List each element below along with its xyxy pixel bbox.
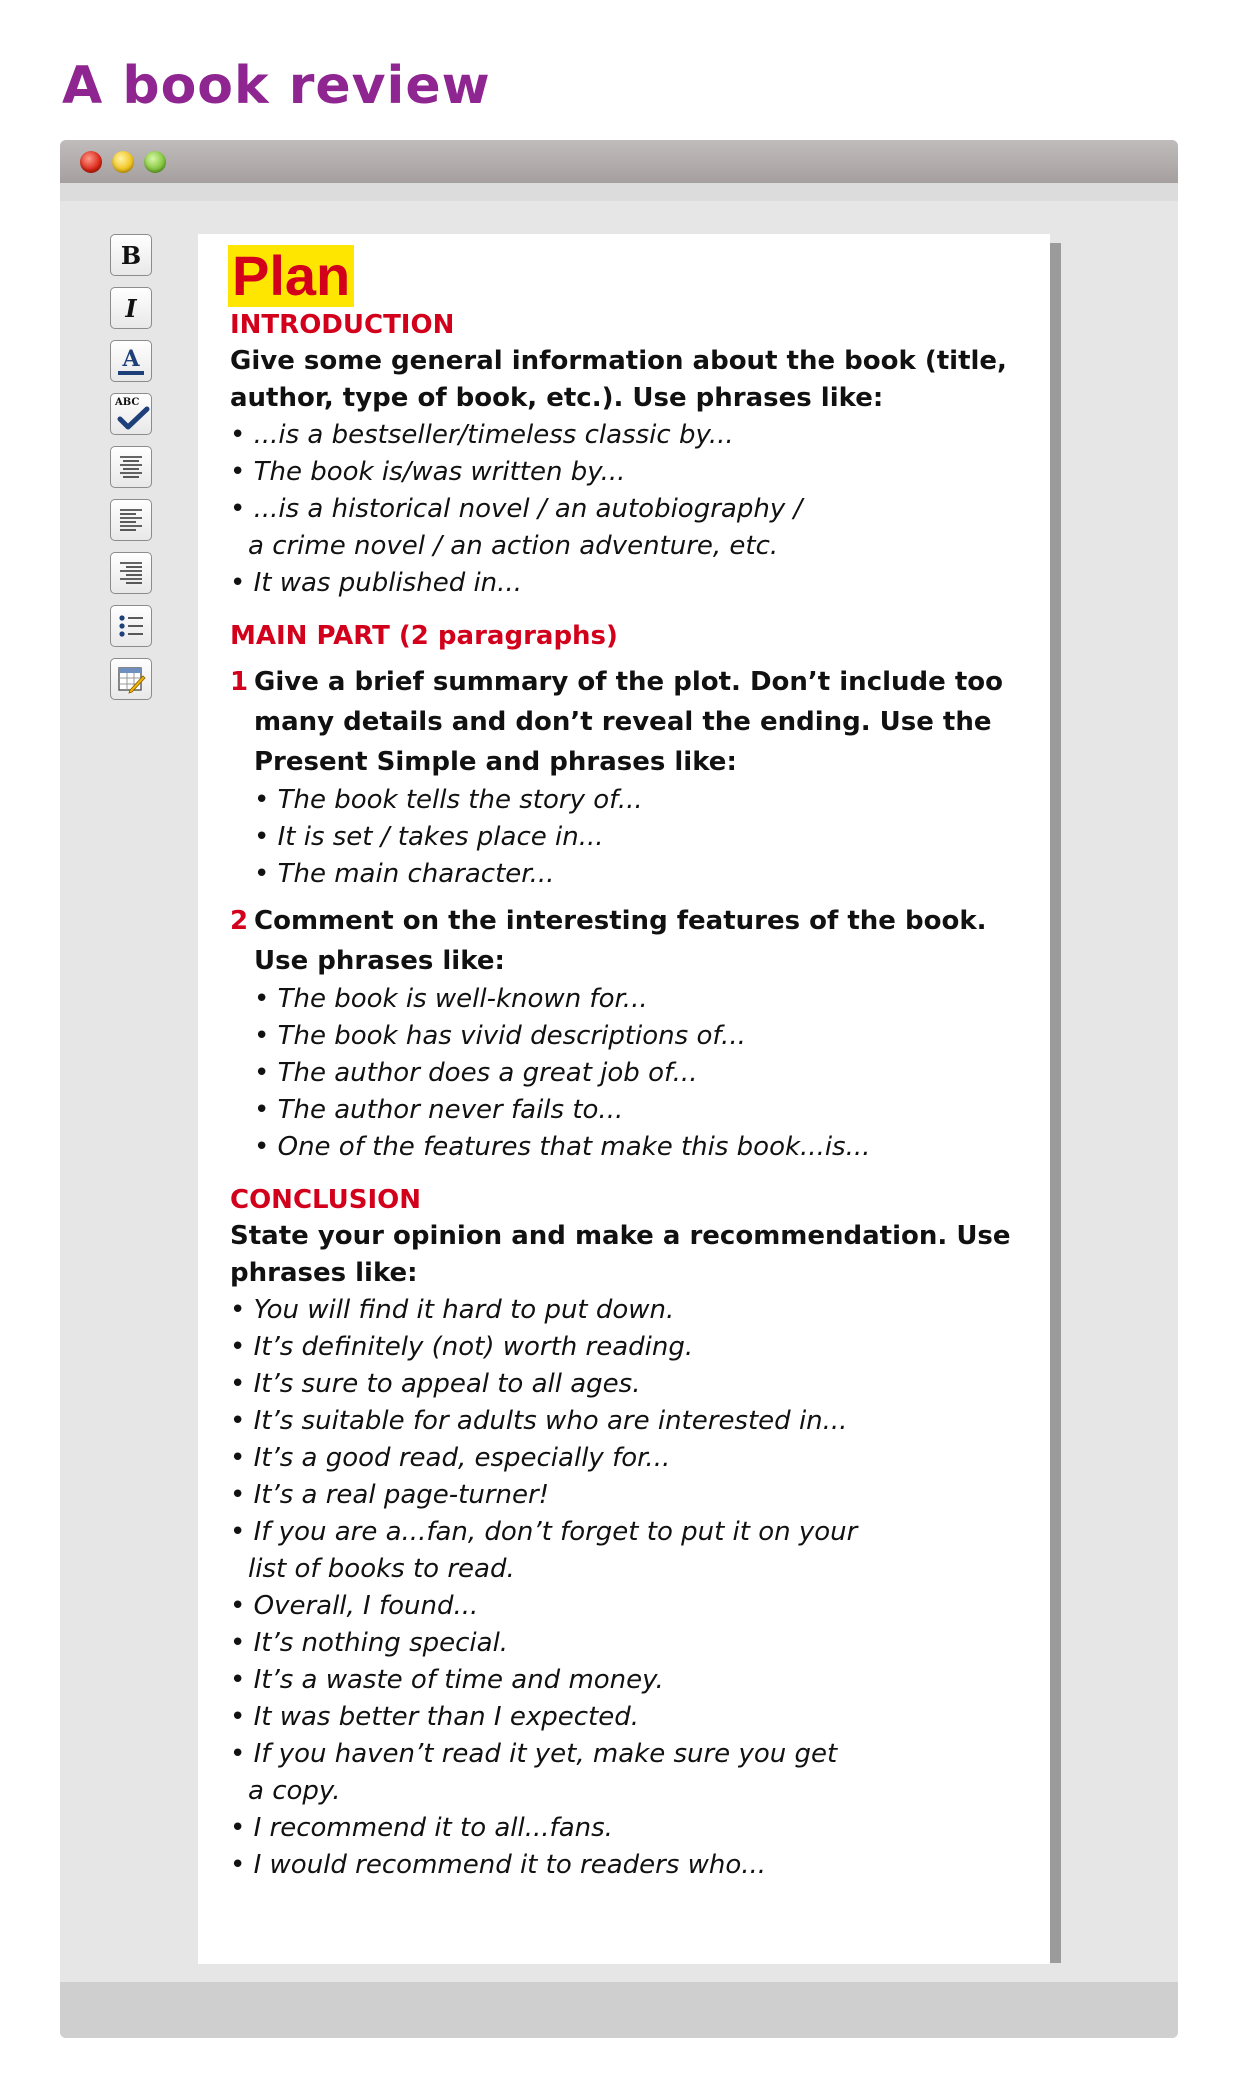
window-titlebar[interactable] bbox=[60, 140, 1178, 183]
item-number: 1 bbox=[230, 667, 249, 697]
list-item: • It’s a good read, especially for... bbox=[230, 1443, 671, 1473]
list-item: • Overall, I found... bbox=[230, 1591, 479, 1621]
close-window-button[interactable] bbox=[80, 151, 102, 173]
list-item: • It was better than I expected. bbox=[230, 1702, 639, 1732]
list-item: • The book tells the story of... bbox=[254, 785, 643, 815]
spellcheck-button[interactable]: ABC bbox=[110, 393, 152, 435]
align-center-button[interactable] bbox=[110, 446, 152, 488]
bullet-list-icon bbox=[119, 615, 143, 637]
list-item: • It’s a real page-turner! bbox=[230, 1480, 550, 1510]
list-item: • I recommend it to all...fans. bbox=[230, 1813, 613, 1843]
italic-icon: I bbox=[125, 293, 137, 323]
list-item: • The book is well-known for... bbox=[254, 984, 648, 1014]
font-color-button[interactable]: A bbox=[110, 340, 152, 382]
document-title: Plan bbox=[228, 245, 355, 307]
spellcheck-icon bbox=[117, 406, 150, 430]
list-item: • It’s suitable for adults who are inter… bbox=[230, 1406, 848, 1436]
conclusion-instruction: State your opinion and make a recommenda… bbox=[230, 1221, 1011, 1288]
list-item: list of books to read. bbox=[248, 1554, 515, 1584]
bullet-list-button[interactable] bbox=[110, 605, 152, 647]
item-instruction: Give a brief summary of the plot. Don’t … bbox=[254, 667, 1003, 777]
list-item: • It’s sure to appeal to all ages. bbox=[230, 1369, 641, 1399]
list-item: • ...is a historical novel / an autobiog… bbox=[230, 494, 803, 524]
table-edit-icon bbox=[118, 667, 146, 694]
maximize-window-button[interactable] bbox=[144, 151, 166, 173]
list-item: • The author does a great job of... bbox=[254, 1058, 698, 1088]
list-item: • If you haven’t read it yet, make sure … bbox=[230, 1739, 838, 1769]
list-item: a crime novel / an action adventure, etc… bbox=[248, 531, 779, 561]
font-color-icon: A bbox=[122, 345, 140, 372]
minimize-window-button[interactable] bbox=[112, 151, 134, 173]
align-center-icon bbox=[120, 456, 142, 478]
main-part-item-2: 2 Comment on the interesting features of… bbox=[230, 901, 1030, 1166]
conclusion-heading: CONCLUSION bbox=[230, 1185, 422, 1215]
bold-icon: B bbox=[120, 240, 142, 270]
list-item: • I would recommend it to readers who... bbox=[230, 1850, 767, 1880]
list-item: • It’s a waste of time and money. bbox=[230, 1665, 664, 1695]
item-number: 2 bbox=[230, 906, 249, 936]
list-item: • You will find it hard to put down. bbox=[230, 1295, 675, 1325]
insert-table-button[interactable] bbox=[110, 658, 152, 700]
list-item: • It’s nothing special. bbox=[230, 1628, 509, 1658]
align-left-button[interactable] bbox=[110, 499, 152, 541]
document-content: Plan INTRODUCTION Give some general info… bbox=[228, 245, 1030, 1884]
item-instruction: Comment on the interesting features of t… bbox=[254, 906, 987, 976]
formatting-toolbar: B I A ABC bbox=[110, 234, 156, 711]
align-left-icon bbox=[120, 509, 142, 531]
list-item: a copy. bbox=[248, 1776, 341, 1806]
list-item: • It was published in... bbox=[230, 568, 522, 598]
align-right-button[interactable] bbox=[110, 552, 152, 594]
list-item: • If you are a...fan, don’t forget to pu… bbox=[230, 1517, 858, 1547]
align-right-icon bbox=[120, 562, 142, 584]
list-item: • One of the features that make this boo… bbox=[254, 1132, 871, 1162]
editor-window: B I A ABC Plan INTRODUCTION Give some ge… bbox=[60, 140, 1178, 2038]
introduction-instruction: Give some general information about the … bbox=[230, 346, 1007, 413]
main-part-item-1: 1 Give a brief summary of the plot. Don’… bbox=[230, 662, 1030, 893]
page-title: A book review bbox=[62, 56, 491, 116]
list-item: • It’s definitely (not) worth reading. bbox=[230, 1332, 694, 1362]
list-item: • The book is/was written by... bbox=[230, 457, 626, 487]
bold-button[interactable]: B bbox=[110, 234, 152, 276]
introduction-heading: INTRODUCTION bbox=[230, 310, 455, 340]
list-item: • The author never fails to... bbox=[254, 1095, 624, 1125]
document-scrollbar[interactable] bbox=[1050, 243, 1061, 1963]
italic-button[interactable]: I bbox=[110, 287, 152, 329]
main-part-heading: MAIN PART (2 paragraphs) bbox=[230, 621, 618, 651]
list-item: • ...is a bestseller/timeless classic by… bbox=[230, 420, 734, 450]
list-item: • The book has vivid descriptions of... bbox=[254, 1021, 746, 1051]
list-item: • The main character... bbox=[254, 859, 555, 889]
list-item: • It is set / takes place in... bbox=[254, 822, 604, 852]
window-statusbar bbox=[60, 1982, 1178, 2038]
